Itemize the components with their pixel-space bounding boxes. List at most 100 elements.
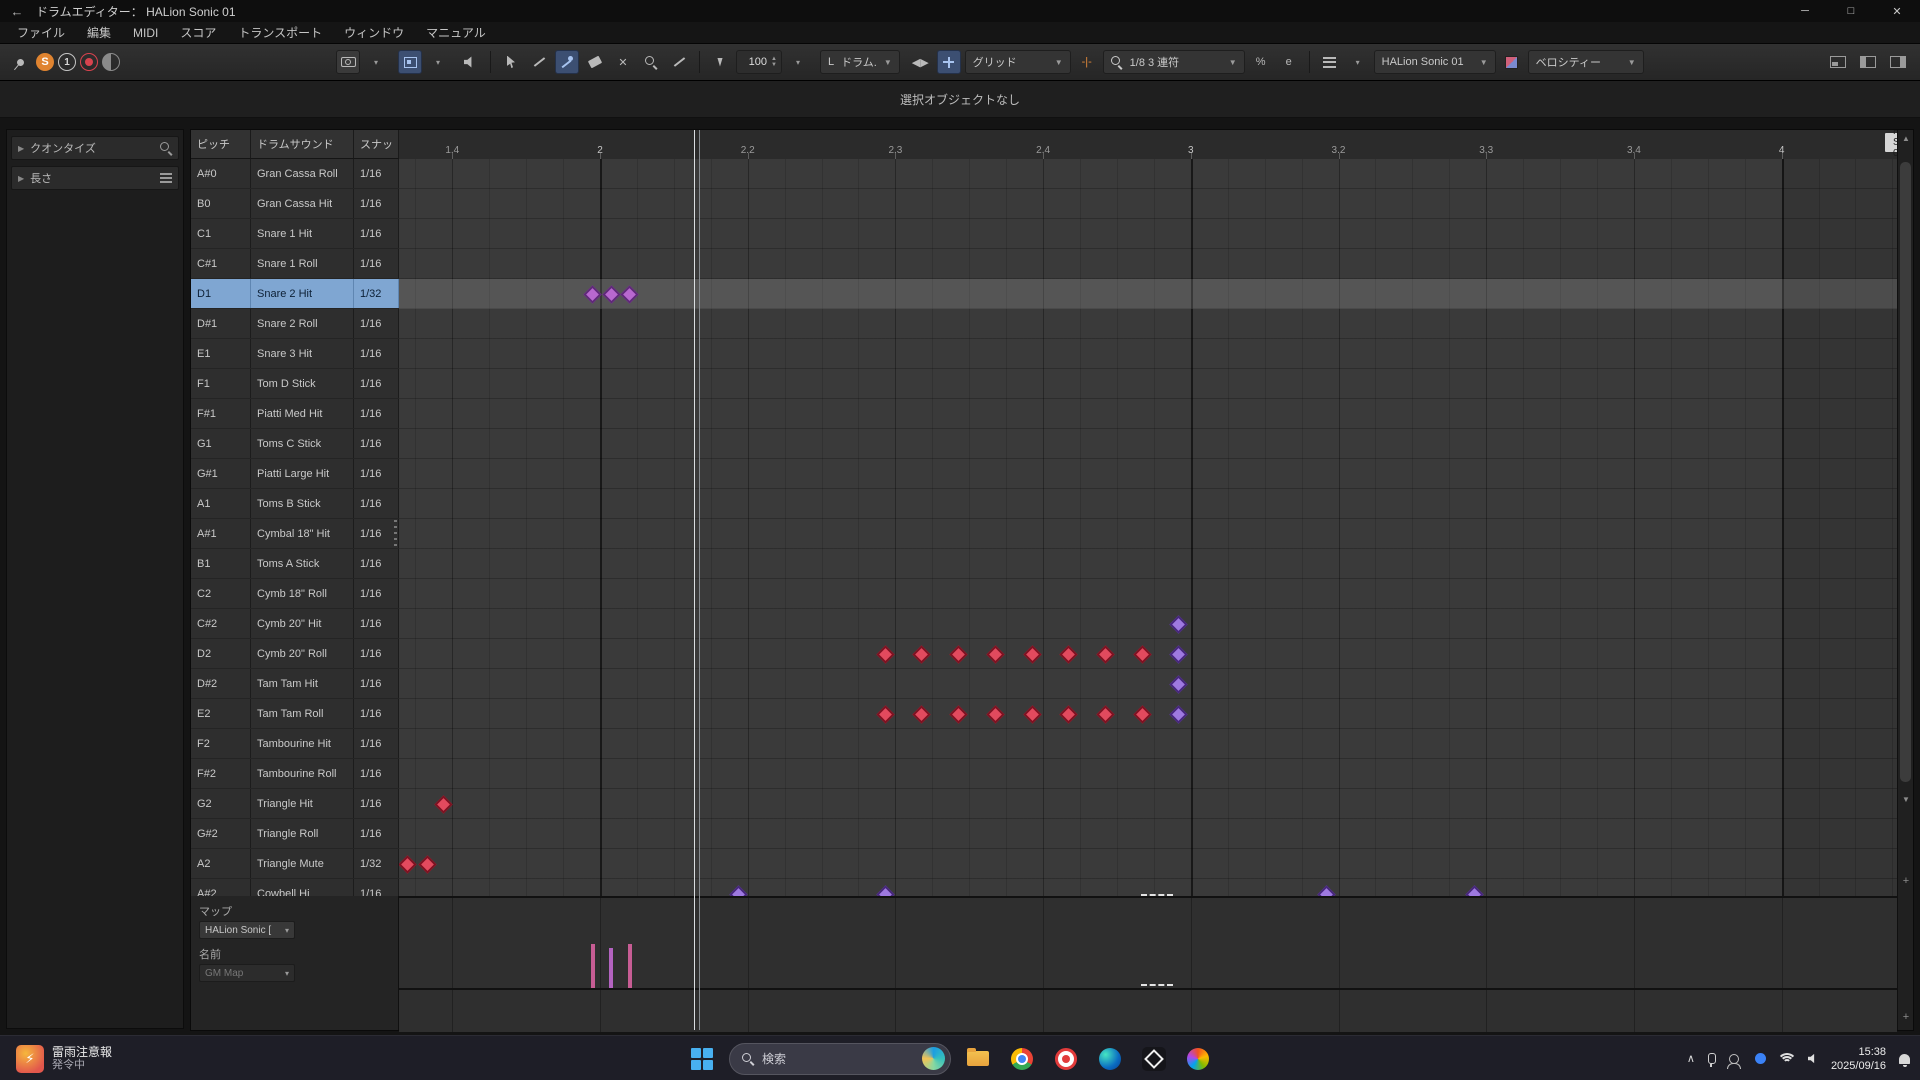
part-name-chip[interactable]: HALion Sonic 01 [1885,133,1897,152]
velocity-bar[interactable] [628,944,632,988]
notification-bell-icon[interactable] [1899,1054,1910,1064]
note-diamond[interactable] [418,855,436,873]
snap-cell[interactable]: 1/16 [354,729,399,758]
drum-row[interactable]: F1Tom D Stick1/16 [191,369,399,399]
column-header-pitch[interactable]: ピッチ [191,130,251,159]
snap-cell[interactable]: 1/16 [354,699,399,728]
note-diamond[interactable] [1170,645,1188,663]
snap-cell[interactable]: 1/16 [354,489,399,518]
mute-tool[interactable]: ✕ [611,50,635,74]
velocity-bar[interactable] [591,944,595,988]
edit-channel-button[interactable]: e [1277,50,1301,74]
drumstick-tool[interactable] [555,50,579,74]
list-resize-grip[interactable] [394,520,397,546]
record-button[interactable] [80,53,98,71]
length-mode-dropdown[interactable]: L ドラム. ▼ [820,50,900,74]
menu-item-1[interactable]: 編集 [76,24,122,41]
snap-cell[interactable]: 1/32 [354,849,399,878]
note-diamond[interactable] [913,645,931,663]
note-diamond[interactable] [1096,645,1114,663]
scrollbar-thumb[interactable] [1900,162,1911,782]
note-diamond[interactable] [950,645,968,663]
back-arrow-icon[interactable]: ← [6,2,28,20]
drum-row[interactable]: A#1Cymbal 18" Hit1/16 [191,519,399,549]
scroll-down-button[interactable]: ▼ [1898,792,1914,806]
drum-row[interactable]: C#2Cymb 20" Hit1/16 [191,609,399,639]
color-swatch-button[interactable] [1500,50,1524,74]
file-explorer-icon[interactable] [961,1042,995,1076]
wifi-icon[interactable] [1779,1052,1795,1065]
drum-row[interactable]: A#0Gran Cassa Roll1/16 [191,159,399,189]
note-diamond[interactable] [876,885,894,896]
snap-cell[interactable]: 1/16 [354,819,399,848]
velocity-lane[interactable] [399,896,1897,988]
inspector-section-quantize[interactable]: ▶ クオンタイズ [11,136,179,160]
note-diamond[interactable] [1170,675,1188,693]
menu-item-6[interactable]: マニュアル [415,24,497,41]
pin-button[interactable] [8,50,32,74]
quantize-preset-dropdown[interactable]: 1/8 3 連符 ▼ [1103,50,1245,74]
snap-cell[interactable]: 1/16 [354,189,399,218]
eraser-tool[interactable] [583,50,607,74]
note-diamond[interactable] [876,705,894,723]
drum-row[interactable]: G#2Triangle Roll1/16 [191,819,399,849]
snap-cell[interactable]: 1/16 [354,459,399,488]
note-diamond[interactable] [987,705,1005,723]
note-diamond[interactable] [1024,705,1042,723]
note-grid[interactable] [399,159,1897,896]
column-header-snap[interactable]: スナッ [354,130,399,159]
menu-item-3[interactable]: スコア [169,24,227,41]
person-icon[interactable] [1729,1054,1739,1064]
iterative-quantize-button[interactable]: % [1249,50,1273,74]
copilot-icon[interactable] [1181,1042,1215,1076]
snap-cell[interactable]: 1/16 [354,609,399,638]
drum-row[interactable]: C1Snare 1 Hit1/16 [191,219,399,249]
note-diamond[interactable] [1024,645,1042,663]
grid-mode-dropdown[interactable]: グリッド ▼ [965,50,1071,74]
note-diamond[interactable] [987,645,1005,663]
drum-row[interactable]: A2Triangle Mute1/32 [191,849,399,879]
drum-row[interactable]: E1Snare 3 Hit1/16 [191,339,399,369]
zoom-in-vertical-button[interactable]: + [1898,874,1914,888]
drum-row[interactable]: A#2Cowbell Hi1/16 [191,879,399,896]
snap-cell[interactable]: 1/16 [354,879,399,896]
vertical-scrollbar[interactable]: ▲ ▼ + + [1897,130,1913,1030]
autoscroll-dropdown[interactable]: ▾ [426,50,450,74]
drum-row[interactable]: E2Tam Tam Roll1/16 [191,699,399,729]
solo-button[interactable]: S [36,53,54,71]
hidden-icons-chevron[interactable]: ∧ [1687,1052,1695,1065]
snap-cell[interactable]: 1/32 [354,279,399,308]
menu-item-0[interactable]: ファイル [6,24,76,41]
drum-row[interactable]: A1Toms B Stick1/16 [191,489,399,519]
menu-item-2[interactable]: MIDI [122,26,169,40]
snap-cell[interactable]: 1/16 [354,759,399,788]
snapshot-dropdown[interactable]: ▾ [364,50,388,74]
drum-row[interactable]: G#1Piatti Large Hit1/16 [191,459,399,489]
window-layout-left-button[interactable] [1856,50,1880,74]
drum-row[interactable]: C2Cymb 18" Roll1/16 [191,579,399,609]
select-tool[interactable] [499,50,523,74]
zoom-in-lane-button[interactable]: + [1898,1010,1914,1024]
zoom-tool[interactable] [639,50,663,74]
timeline-ruler[interactable]: HALion Sonic 01 1.422.22.32.433.23.33.44 [399,130,1897,160]
note-diamond[interactable] [1133,705,1151,723]
snap-cell[interactable]: 1/16 [354,789,399,818]
autoscroll-button[interactable] [398,50,422,74]
window-layout-right-button[interactable] [1886,50,1910,74]
snap-cell[interactable]: 1/16 [354,159,399,188]
snap-cell[interactable]: 1/16 [354,339,399,368]
close-button[interactable]: ✕ [1874,0,1920,22]
drum-row[interactable]: F#1Piatti Med Hit1/16 [191,399,399,429]
snap-cell[interactable]: 1/16 [354,519,399,548]
note-diamond[interactable] [1059,705,1077,723]
volume-icon[interactable] [1808,1054,1818,1064]
track-list-button[interactable] [1318,50,1342,74]
note-diamond[interactable] [730,885,748,896]
snap-cell[interactable]: 1/16 [354,549,399,578]
start-button[interactable] [685,1042,719,1076]
drum-row[interactable]: B1Toms A Stick1/16 [191,549,399,579]
draw-tool[interactable] [527,50,551,74]
cubase-icon[interactable] [1137,1042,1171,1076]
drum-row[interactable]: B0Gran Cassa Hit1/16 [191,189,399,219]
drum-row[interactable]: D1Snare 2 Hit1/32 [191,279,399,309]
